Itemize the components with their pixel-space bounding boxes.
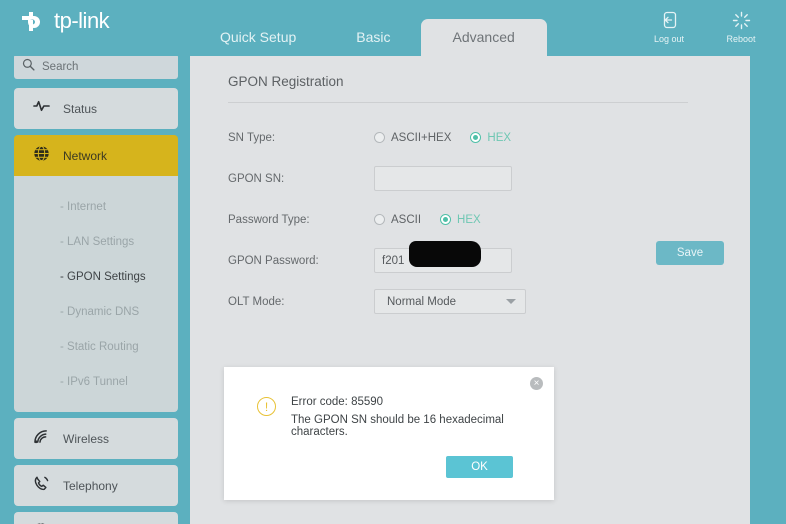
sidebar: Status Network - Internet - LAN Settings… bbox=[0, 48, 196, 524]
pulse-icon bbox=[33, 99, 50, 118]
error-message-text: The GPON SN should be 16 hexadecimal cha… bbox=[291, 414, 504, 438]
globe-icon bbox=[33, 145, 50, 167]
reboot-label: Reboot bbox=[726, 34, 756, 44]
sidebar-item-label-status: Status bbox=[63, 101, 98, 116]
password-type-label: Password Type: bbox=[228, 213, 310, 226]
olt-mode-control: Normal Mode bbox=[374, 289, 526, 314]
gpon-sn-input[interactable] bbox=[374, 166, 512, 191]
sidebar-item-network[interactable]: Network bbox=[14, 135, 178, 176]
tab-advanced[interactable]: Advanced bbox=[420, 19, 547, 57]
redaction-overlay bbox=[409, 241, 481, 267]
sidebar-item-label-telephony: Telephony bbox=[63, 478, 118, 493]
save-button[interactable]: Save bbox=[656, 241, 724, 265]
app-header: tp-link Quick Setup Basic Advanced Log o… bbox=[0, 0, 786, 57]
password-type-option-label: ASCII bbox=[391, 213, 422, 226]
submenu-item-internet[interactable]: - Internet bbox=[14, 189, 178, 224]
gpon-sn-label: GPON SN: bbox=[228, 172, 285, 185]
sn-type-option-label: HEX bbox=[487, 131, 512, 144]
header-actions: Log out Reboot bbox=[646, 9, 764, 44]
submenu-item-gpon-settings[interactable]: - GPON Settings bbox=[14, 259, 178, 294]
reboot-icon bbox=[732, 9, 751, 31]
sn-type-row: SN Type: ASCII+HEX HEX bbox=[228, 124, 712, 151]
phone-icon bbox=[33, 475, 50, 497]
search-input[interactable] bbox=[42, 54, 196, 79]
password-type-option-hex[interactable]: HEX bbox=[440, 214, 481, 226]
gpon-password-input[interactable]: f201 bbox=[374, 241, 512, 273]
chevron-down-icon bbox=[506, 299, 516, 304]
tp-link-logo-mark bbox=[18, 6, 48, 36]
gpon-sn-control bbox=[374, 166, 512, 191]
radio-dot-icon bbox=[374, 214, 385, 225]
tp-link-wordmark: tp-link bbox=[54, 8, 110, 33]
warning-icon: ! bbox=[257, 397, 276, 416]
sn-type-option-hex[interactable]: HEX bbox=[470, 132, 511, 144]
submenu-item-lan-settings[interactable]: - LAN Settings bbox=[14, 224, 178, 259]
gpon-password-value: f201 bbox=[382, 254, 405, 267]
close-icon[interactable]: × bbox=[530, 377, 543, 390]
password-type-radio-group: ASCII HEX bbox=[374, 214, 481, 226]
gpon-password-row: GPON Password: f201 bbox=[228, 241, 712, 274]
password-type-option-ascii[interactable]: ASCII bbox=[374, 214, 421, 226]
sidebar-item-wireless[interactable]: Wireless bbox=[14, 418, 178, 459]
reboot-button[interactable]: Reboot bbox=[718, 9, 764, 44]
search-box[interactable] bbox=[14, 54, 196, 79]
olt-mode-value: Normal Mode bbox=[387, 295, 457, 308]
sn-type-option-label: ASCII+HEX bbox=[391, 131, 452, 144]
gpon-password-label: GPON Password: bbox=[228, 254, 319, 267]
sidebar-item-nat-forwarding[interactable]: NAT Forwarding bbox=[14, 512, 178, 524]
top-tabs: Quick Setup Basic Advanced bbox=[190, 18, 547, 57]
error-code-text: Error code: 85590 bbox=[291, 396, 384, 408]
sidebar-item-label-wireless: Wireless bbox=[63, 431, 110, 446]
olt-mode-label: OLT Mode: bbox=[228, 295, 285, 308]
ok-button[interactable]: OK bbox=[446, 456, 513, 478]
radio-dot-selected-icon bbox=[440, 214, 452, 225]
search-icon bbox=[22, 58, 35, 76]
submenu-item-static-routing[interactable]: - Static Routing bbox=[14, 329, 178, 364]
tab-quick-setup[interactable]: Quick Setup bbox=[190, 20, 326, 56]
radio-dot-icon bbox=[374, 132, 385, 143]
tab-basic[interactable]: Basic bbox=[326, 20, 420, 56]
password-type-option-label: HEX bbox=[457, 213, 481, 226]
dialog-text: Error code: 85590 The GPON SN should be … bbox=[291, 396, 554, 438]
dialog-body: ! Error code: 85590 The GPON SN should b… bbox=[224, 367, 554, 438]
tp-link-logo: tp-link bbox=[18, 6, 110, 36]
logout-button[interactable]: Log out bbox=[646, 9, 692, 44]
submenu-item-ipv6-tunnel[interactable]: - IPv6 Tunnel bbox=[14, 364, 178, 399]
sidebar-item-telephony[interactable]: Telephony bbox=[14, 465, 178, 506]
sidebar-item-status[interactable]: Status bbox=[14, 88, 178, 129]
sn-type-label: SN Type: bbox=[228, 131, 276, 144]
sn-type-option-ascii-hex[interactable]: ASCII+HEX bbox=[374, 132, 451, 144]
page-title: GPON Registration bbox=[228, 74, 688, 103]
gpon-registration-form: SN Type: ASCII+HEX HEX GPON SN: Password… bbox=[228, 124, 712, 315]
radio-dot-selected-icon bbox=[470, 132, 482, 143]
sn-type-radio-group: ASCII+HEX HEX bbox=[374, 132, 511, 144]
submenu-item-dynamic-dns[interactable]: - Dynamic DNS bbox=[14, 294, 178, 329]
logout-label: Log out bbox=[653, 34, 685, 44]
wifi-icon bbox=[33, 429, 50, 449]
logout-icon bbox=[661, 9, 678, 31]
sidebar-item-label-network: Network bbox=[63, 148, 108, 163]
gpon-password-control: f201 bbox=[374, 241, 512, 273]
password-type-row: Password Type: ASCII HEX bbox=[228, 206, 712, 233]
olt-mode-select[interactable]: Normal Mode bbox=[374, 289, 526, 314]
olt-mode-row: OLT Mode: Normal Mode bbox=[228, 288, 712, 315]
network-submenu: - Internet - LAN Settings - GPON Setting… bbox=[14, 176, 178, 412]
gpon-sn-row: GPON SN: bbox=[228, 165, 712, 192]
close-glyph: × bbox=[533, 377, 540, 389]
error-dialog: × ! Error code: 85590 The GPON SN should… bbox=[224, 367, 554, 500]
